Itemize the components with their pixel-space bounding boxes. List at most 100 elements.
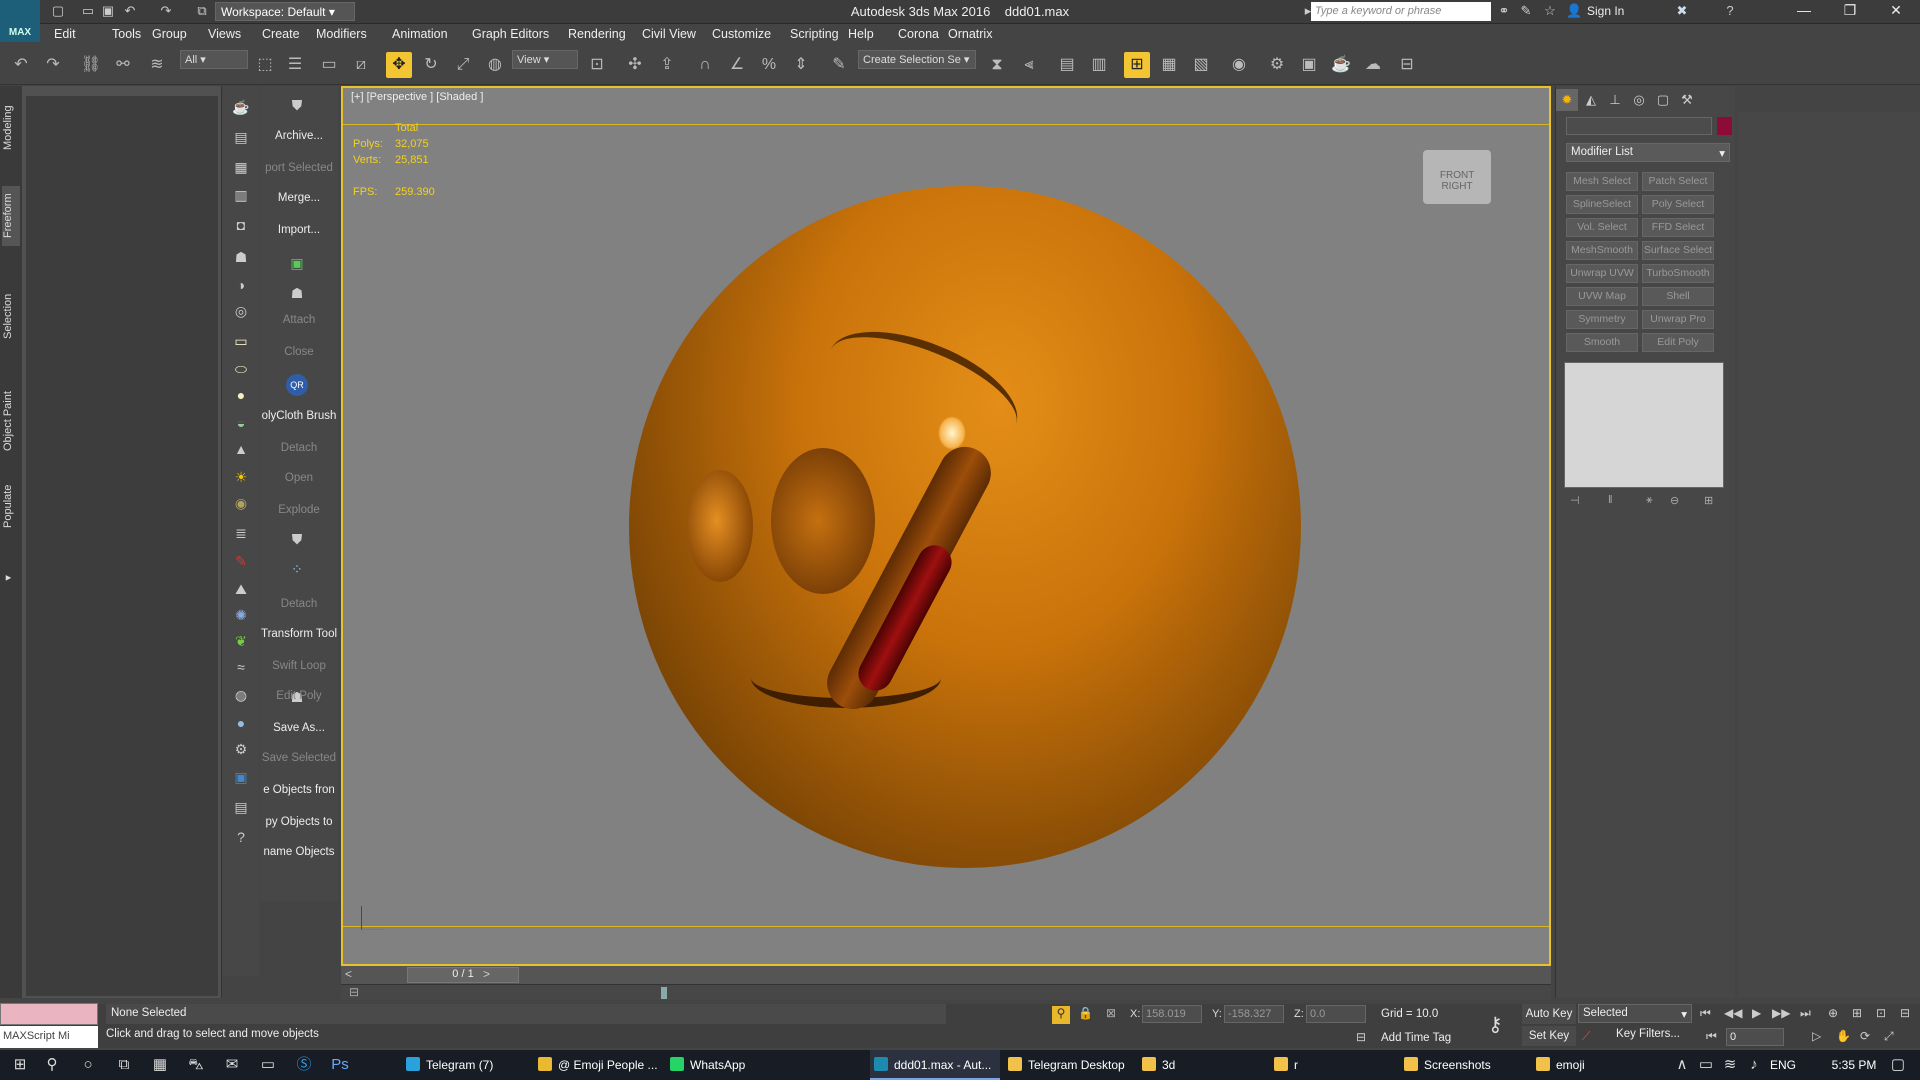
modifier-button-poly-select[interactable]: Poly Select bbox=[1642, 195, 1714, 214]
y-coordinate[interactable]: -158.327 bbox=[1224, 1005, 1284, 1023]
previous-frame-icon[interactable]: ◀◀ bbox=[1724, 1006, 1742, 1020]
modifier-button-turbosmooth[interactable]: TurboSmooth bbox=[1642, 264, 1714, 283]
tool-button-detach[interactable]: Detach bbox=[260, 598, 338, 610]
modifier-button-splineselect[interactable]: SplineSelect bbox=[1566, 195, 1638, 214]
archive-tool-icon[interactable]: ▤ bbox=[230, 126, 252, 148]
gallery-icon[interactable]: ▤ bbox=[230, 796, 252, 818]
tool-button-save-as[interactable]: Save As... bbox=[260, 722, 338, 734]
angle-snap-icon[interactable]: ∠ bbox=[724, 52, 750, 78]
taskbar-app[interactable]: WhatsApp bbox=[666, 1050, 762, 1080]
configure-sets-icon[interactable]: ⊞ bbox=[1704, 494, 1713, 507]
viewcube[interactable]: FRONT RIGHT bbox=[1423, 150, 1491, 204]
z-coordinate[interactable]: 0.0 bbox=[1306, 1005, 1366, 1023]
remove-modifier-icon[interactable]: ⊖ bbox=[1670, 494, 1679, 507]
pan-icon[interactable]: ✋ bbox=[1836, 1029, 1851, 1043]
maxscript-listener[interactable] bbox=[0, 1003, 98, 1025]
undo-icon[interactable]: ↶ bbox=[8, 52, 34, 78]
tool-button-edit-poly[interactable]: Edit Poly bbox=[260, 690, 338, 702]
time-tag-icon[interactable]: ⊟ bbox=[1356, 1030, 1366, 1044]
modifier-button-shell[interactable]: Shell bbox=[1642, 287, 1714, 306]
tab-freeform[interactable]: Freeform bbox=[2, 186, 20, 246]
tool-button-swift-loop[interactable]: Swift Loop bbox=[260, 660, 338, 672]
taskbar-app[interactable]: @ Emoji People ... bbox=[534, 1050, 662, 1080]
task-view-icon[interactable]: ⧉ bbox=[114, 1055, 134, 1075]
go-to-end-icon[interactable]: ⏭ bbox=[1800, 1006, 1811, 1021]
taskbar-app[interactable]: emoji bbox=[1532, 1050, 1662, 1080]
search-input[interactable]: Type a keyword or phrase bbox=[1311, 2, 1491, 21]
object-color-swatch[interactable] bbox=[1717, 117, 1732, 135]
layers-icon[interactable]: ≣ bbox=[230, 522, 252, 544]
pin-stack-icon[interactable]: ⊣ bbox=[1570, 494, 1580, 507]
ribbon-expand-icon[interactable]: ◂ bbox=[2, 571, 20, 587]
tool-button-attach[interactable]: Attach bbox=[260, 314, 338, 326]
cylinder-icon[interactable]: ◒ bbox=[230, 412, 252, 434]
menu-edit[interactable]: Edit bbox=[54, 27, 76, 41]
auto-key-button[interactable]: Auto Key bbox=[1522, 1004, 1576, 1024]
menu-group[interactable]: Group bbox=[152, 27, 187, 41]
absolute-mode-icon[interactable]: ⊠ bbox=[1106, 1006, 1116, 1020]
edit-named-selection-icon[interactable]: ✎ bbox=[826, 52, 852, 78]
field-of-view-icon[interactable]: ▷ bbox=[1812, 1029, 1821, 1043]
key-filters-button[interactable]: Key Filters... bbox=[1604, 1028, 1692, 1047]
modifier-button-patch-select[interactable]: Patch Select bbox=[1642, 172, 1714, 191]
select-and-scale-icon[interactable]: ⤢ bbox=[450, 52, 476, 78]
modifier-stack[interactable] bbox=[1564, 362, 1724, 488]
user-icon[interactable]: 👤 bbox=[1566, 3, 1582, 19]
tool-button-transform-tool[interactable]: Transform Tool bbox=[260, 628, 338, 640]
select-object-icon[interactable]: ⬚ bbox=[252, 52, 278, 78]
tab-object-paint[interactable]: Object Paint bbox=[2, 381, 20, 461]
track-bar-menu-icon[interactable]: ⊟ bbox=[349, 985, 359, 999]
tab-selection[interactable]: Selection bbox=[2, 286, 20, 346]
undo-icon[interactable]: ↶ bbox=[122, 3, 138, 19]
wifi-icon[interactable]: ≋ bbox=[1720, 1055, 1740, 1075]
zoom-extents-all-icon[interactable]: ⊟ bbox=[1900, 1006, 1910, 1020]
named-selection-set-dropdown[interactable]: Create Selection Se ▾ bbox=[858, 50, 976, 69]
align-icon[interactable]: ⫷ bbox=[1016, 52, 1042, 78]
curve-editor-icon[interactable]: ⊞ bbox=[1124, 52, 1150, 78]
current-frame-field[interactable]: 0 bbox=[1726, 1028, 1784, 1046]
bind-spacewarp-icon[interactable]: ≋ bbox=[144, 52, 170, 78]
tool-button-e-objects-fron[interactable]: e Objects fron bbox=[260, 784, 338, 796]
question-icon[interactable]: ? bbox=[230, 826, 252, 848]
zoom-icon[interactable]: ⊕ bbox=[1828, 1006, 1838, 1020]
modifier-button-vol-select[interactable]: Vol. Select bbox=[1566, 218, 1638, 237]
select-and-rotate-icon[interactable]: ↻ bbox=[418, 52, 444, 78]
menu-scripting[interactable]: Scripting bbox=[790, 27, 839, 41]
scene-icon[interactable]: ▦ bbox=[230, 156, 252, 178]
spinner-snap-icon[interactable]: ⇕ bbox=[788, 52, 814, 78]
texture-ball-icon[interactable]: ◍ bbox=[230, 684, 252, 706]
render-production-icon[interactable]: ☕ bbox=[1328, 52, 1354, 78]
tray-up-arrow-icon[interactable]: ∧ bbox=[1672, 1055, 1692, 1075]
modifier-button-smooth[interactable]: Smooth bbox=[1566, 333, 1638, 352]
link-icon[interactable]: ⛓ bbox=[78, 52, 104, 78]
render-a360-icon[interactable]: ⊟ bbox=[1394, 52, 1420, 78]
time-slider[interactable]: < 0 / 1 > bbox=[341, 966, 1551, 984]
placement-icon[interactable]: ◍ bbox=[482, 52, 508, 78]
tool-button-name-objects[interactable]: name Objects bbox=[260, 846, 338, 858]
menu-help[interactable]: Help bbox=[848, 27, 874, 41]
modifier-button-unwrap-pro[interactable]: Unwrap Pro bbox=[1642, 310, 1714, 329]
taskbar-app[interactable]: ddd01.max - Aut... bbox=[870, 1050, 1000, 1080]
help-icon[interactable]: ? bbox=[1722, 3, 1738, 19]
paint-icon[interactable]: ✎ bbox=[230, 550, 252, 572]
tool-button-close[interactable]: Close bbox=[260, 346, 338, 358]
network-icon[interactable]: ▭ bbox=[1696, 1055, 1716, 1075]
save-icon[interactable]: ▣ bbox=[100, 3, 116, 19]
isolate-selection-icon[interactable]: ⚲ bbox=[1052, 1006, 1070, 1024]
display-tab-icon[interactable]: ▢ bbox=[1652, 89, 1674, 111]
speaker-icon[interactable]: ◑ bbox=[230, 274, 252, 296]
rendered-frame-window-icon[interactable]: ▣ bbox=[1296, 52, 1322, 78]
layer-explorer-icon[interactable]: ▤ bbox=[1054, 52, 1080, 78]
cortana-icon[interactable]: ○ bbox=[78, 1055, 98, 1075]
redo-icon[interactable]: ↷ bbox=[40, 52, 66, 78]
perspective-viewport[interactable]: [+] [Perspective ] [Shaded ] Total Polys… bbox=[341, 86, 1551, 966]
project-folder-icon[interactable]: ⧉ bbox=[194, 3, 210, 19]
default-tangents-icon[interactable]: ⟋ bbox=[1582, 1029, 1590, 1044]
unlink-icon[interactable]: ⚯ bbox=[110, 52, 136, 78]
taskbar-app[interactable]: Telegram Desktop bbox=[1004, 1050, 1134, 1080]
motion-tab-icon[interactable]: ◎ bbox=[1628, 89, 1650, 111]
object-name-field[interactable] bbox=[1566, 117, 1712, 135]
taskbar-app[interactable]: Telegram (7) bbox=[402, 1050, 530, 1080]
time-next-icon[interactable]: > bbox=[483, 967, 490, 981]
render-cube-icon[interactable]: ▣ bbox=[230, 766, 252, 788]
